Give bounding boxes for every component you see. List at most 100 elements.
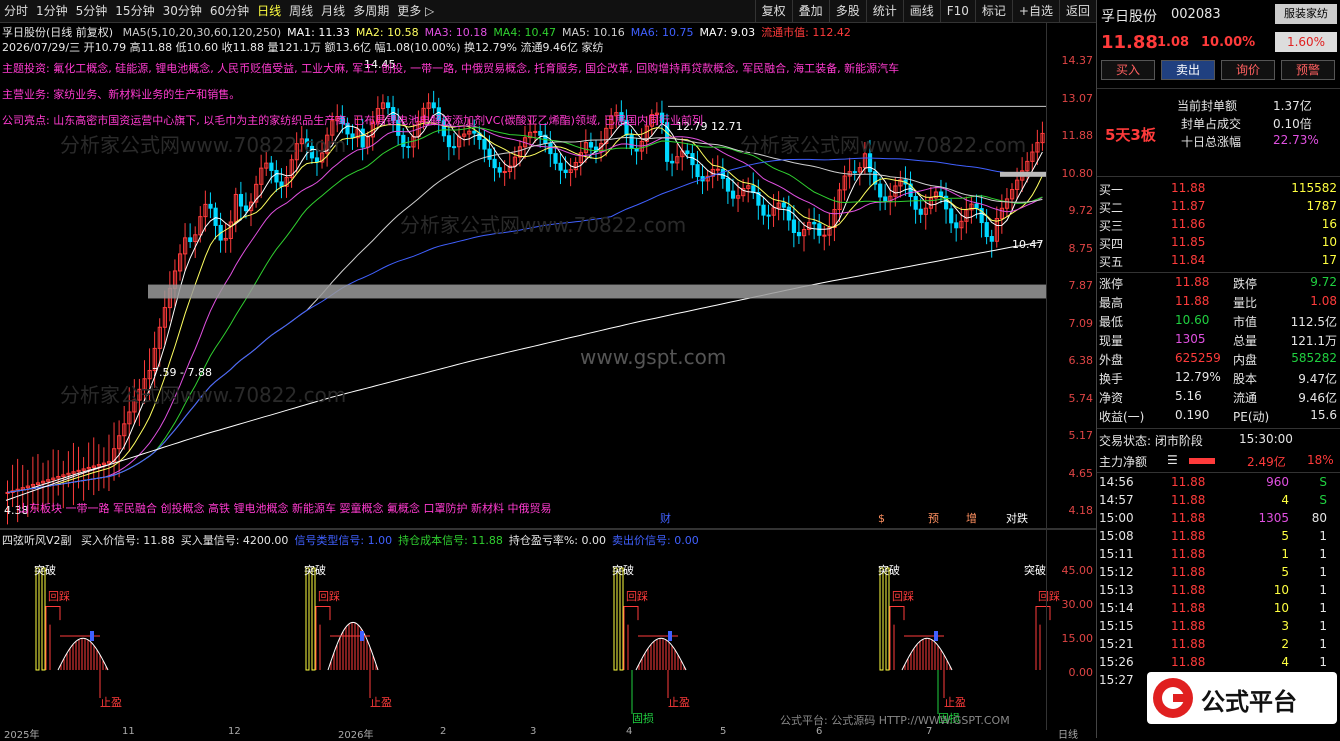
period-tab[interactable]: 30分钟 (159, 0, 206, 22)
candle-body (563, 169, 568, 173)
candle-body (401, 134, 406, 147)
trade-button-2[interactable]: 询价 (1221, 60, 1275, 80)
period-tab[interactable]: 周线 (285, 0, 317, 22)
candle-body (913, 196, 918, 210)
candle-body (406, 145, 411, 148)
ma-legend: MA5(5,10,20,30,60,120,250) MA1: 11.33 MA2:… (117, 26, 851, 39)
tool-buttons: 复权 叠加 多股 统计 画线 F10 标记 +自选 返回 (754, 0, 1096, 22)
stat-label: 流通 (1233, 391, 1258, 405)
order-label: 买四 (1099, 237, 1124, 251)
right-price-label: 10.47 (1012, 238, 1044, 251)
period-tab[interactable]: 1分钟 (32, 0, 72, 22)
stat-row: 收益(一) 0.190 PE(动) 15.6 (1097, 407, 1340, 426)
period-tab[interactable]: 日线 (253, 0, 285, 22)
concept-line: 山东板块 一带一路 军民融合 创投概念 高铁 锂电池概念 新能源车 婴童概念 氟… (18, 502, 552, 515)
period-tab[interactable]: 月线 (317, 0, 349, 22)
stat-label: 收益(一) (1099, 410, 1145, 424)
tick-volume: 4 (1281, 655, 1289, 669)
indicator-value: 买入价信号: 11.88 (81, 534, 175, 547)
tick-side: 1 (1319, 529, 1327, 543)
indicator-tick: 0.00 (1068, 666, 1094, 679)
toolbar-button[interactable]: 叠加 (791, 0, 829, 22)
trade-status: 交易状态: 闭市阶段 15:30:00 (1099, 432, 1293, 448)
trade-button-3[interactable]: 预警 (1281, 60, 1335, 80)
tick-side: S (1319, 493, 1327, 507)
period-tab[interactable]: 更多 ▷ (393, 0, 438, 22)
tick-volume: 4 (1281, 493, 1289, 507)
candle-body (883, 196, 888, 203)
tick-side: S (1319, 475, 1327, 489)
period-tab[interactable]: 分时 (0, 0, 32, 22)
ma-value: MA4: 10.47 (493, 26, 557, 39)
ma60-line (7, 136, 1043, 493)
period-label: 日线 (1058, 730, 1078, 741)
period-tab[interactable]: 15分钟 (111, 0, 158, 22)
gspt-logo: 公式平台 (1147, 672, 1337, 724)
toolbar-button[interactable]: 标记 (974, 0, 1012, 22)
candle-body (385, 102, 391, 109)
indicator-name: 四弦听风V2副 (2, 534, 72, 547)
period-tab[interactable]: 60分钟 (206, 0, 253, 22)
candle-body (588, 142, 594, 148)
toolbar-button[interactable]: 多股 (828, 0, 866, 22)
indicator-panel[interactable]: 突破 回踩 止盈 突破 回踩 止盈 突破 回踩 止盈 固损 突破 回踩 止盈 固损 突破 回踩 公式平台: 公式… (0, 528, 1096, 732)
date-tick: 2 (440, 726, 447, 737)
toolbar-button[interactable]: +自选 (1011, 0, 1059, 22)
candle-body (446, 135, 452, 148)
event-mark: 对跌 (1006, 511, 1028, 525)
indicator-canvas[interactable]: 突破回踩止盈突破回踩止盈突破回踩止盈固损突破回踩止盈固损突破回踩公式平台: 公式… (0, 530, 1096, 730)
candle-body (715, 168, 720, 171)
ma10-line (7, 122, 1043, 493)
candle-body (878, 183, 883, 198)
svg-text:止盈: 止盈 (370, 696, 392, 709)
stat-row: 最低 10.60 市值 112.5亿 (1097, 312, 1340, 331)
event-mark: 财 (660, 511, 671, 525)
stat-value: 121.1万 (1290, 334, 1337, 348)
tick-time: 15:21 (1099, 637, 1134, 651)
tick-time: 15:14 (1099, 601, 1134, 615)
stat-value: 12.79% (1175, 370, 1221, 384)
tick-time: 14:57 (1099, 493, 1134, 507)
toolbar-button[interactable]: 返回 (1058, 0, 1096, 22)
stat-label: 股本 (1233, 372, 1258, 386)
candle-body (984, 222, 989, 238)
candle-body (188, 237, 193, 243)
trade-button-0[interactable]: 买入 (1101, 60, 1155, 80)
tick-price: 11.88 (1171, 493, 1206, 507)
tick-row: 14:57 11.88 4 S (1097, 492, 1340, 511)
tick-time: 14:56 (1099, 475, 1134, 489)
ma-value: MA2: 10.58 (355, 26, 419, 39)
svg-text:突破: 突破 (304, 563, 326, 577)
toolbar-button[interactable]: 画线 (902, 0, 940, 22)
tick-row: 15:08 11.88 5 1 (1097, 528, 1340, 547)
watermark: 分析家公式网www.70822.com (60, 383, 346, 407)
chart-title: 孚日股份(日线 前复权) (2, 26, 114, 39)
event-mark: $ (878, 512, 885, 525)
candle-body (492, 158, 497, 169)
candle-body (558, 162, 563, 171)
tick-price: 11.88 (1171, 511, 1206, 525)
indicator-header: 四弦听风V2副 买入价信号: 11.88 买入量信号: 4200.00 信号类型信号… (2, 532, 699, 548)
tick-side: 1 (1319, 637, 1327, 651)
industry-button[interactable]: 服装家纺 (1275, 4, 1337, 24)
toolbar-button[interactable]: 复权 (754, 0, 792, 22)
price-marker (1000, 171, 1046, 177)
candle-body (548, 142, 553, 155)
trade-button-1[interactable]: 卖出 (1161, 60, 1215, 80)
svg-text:回踩: 回踩 (48, 590, 70, 603)
stat-row: 涨停 11.88 跌停 9.72 (1097, 274, 1340, 293)
toolbar-button[interactable]: F10 (939, 0, 975, 22)
period-tab[interactable]: 5分钟 (72, 0, 112, 22)
candle-body (269, 162, 274, 171)
list-icon[interactable]: ☰ (1167, 453, 1178, 467)
period-tab[interactable]: 多周期 (349, 0, 393, 22)
ma-value: MA5(5,10,20,30,60,120,250) (122, 26, 282, 39)
watermark-gspt: www.gspt.com (580, 345, 726, 369)
tick-side: 1 (1319, 583, 1327, 597)
tick-price: 11.88 (1171, 637, 1206, 651)
order-volume: 17 (1321, 253, 1337, 267)
tick-volume: 1305 (1258, 511, 1289, 525)
quote-panel: 孚日股份 002083 服装家纺 11.88 1.08 10.00% 1.60%… (1096, 0, 1340, 738)
candlestick-chart[interactable]: 14.45 12.79 12.71 7.59 - 7.88 4.38 10.47 分析家公… (0, 22, 1096, 528)
toolbar-button[interactable]: 统计 (865, 0, 903, 22)
